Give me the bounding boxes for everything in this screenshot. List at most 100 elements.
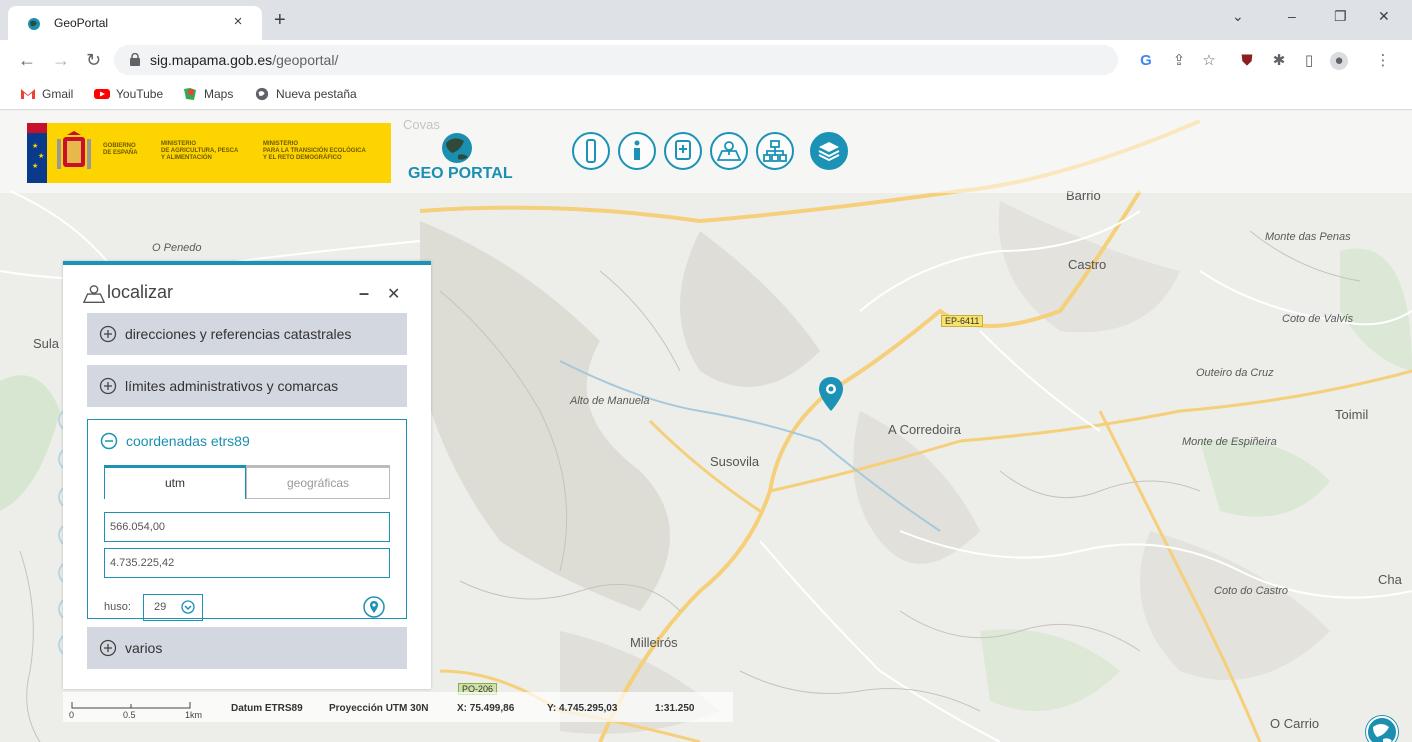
section-label[interactable]: coordenadas etrs89: [126, 433, 250, 449]
google-icon[interactable]: G: [1137, 52, 1155, 70]
gmail-icon: [21, 89, 35, 99]
geoportal-logo[interactable]: GEO PORTAL: [408, 129, 518, 189]
location-marker-icon[interactable]: [818, 376, 844, 412]
reload-icon[interactable]: ↻: [86, 50, 101, 70]
hierarchy-button[interactable]: [756, 132, 794, 170]
bookmark-label: Gmail: [42, 87, 74, 101]
profile-avatar-icon[interactable]: ●: [1330, 52, 1348, 70]
chevron-down-icon: [181, 600, 195, 614]
browser-toolbar: ← → ↻ sig.mapama.gob.es/geoportal/ G ⇪ ☆…: [0, 40, 1412, 80]
bookmark-nueva-pestana[interactable]: Nueva pestaña: [254, 87, 357, 101]
map-label: Sula: [33, 336, 60, 351]
map-label: Alto de Manuela: [570, 395, 650, 407]
layers-button[interactable]: [810, 132, 848, 170]
bookmark-label: Maps: [204, 87, 234, 101]
gov-label-1: GOBIERNO DE ESPAÑA: [103, 143, 138, 156]
info-icon: [634, 140, 640, 160]
road-label: EP-6411: [941, 315, 984, 327]
forward-arrow-icon[interactable]: →: [52, 50, 70, 70]
tab-utm[interactable]: utm: [104, 465, 246, 499]
projection-text: Proyección UTM 30N: [329, 703, 429, 714]
scale-label: 1km: [185, 710, 203, 720]
scale-label: 0: [69, 710, 75, 720]
extension-shield-icon[interactable]: ⛊: [1238, 52, 1256, 70]
section-varios[interactable]: varios: [87, 627, 407, 669]
scale-bar: [71, 702, 191, 709]
new-tab-button[interactable]: +: [274, 10, 286, 30]
map-label: Monte das Penas: [1265, 231, 1351, 243]
localizar-panel: localizar – ✕ direcciones y referencias …: [63, 261, 431, 689]
panel-minimize-button[interactable]: –: [359, 283, 369, 304]
localizar-button[interactable]: [710, 132, 748, 170]
side-panel-icon[interactable]: ▯: [1300, 52, 1318, 70]
map-label: A Corredoira: [888, 422, 961, 437]
map-label: O Carrio: [1270, 716, 1320, 731]
locate-pin-button[interactable]: [363, 596, 385, 618]
map-label: Coto de Valvís: [1282, 313, 1354, 325]
map-scale-text: 1:31.250: [655, 703, 695, 714]
back-arrow-icon[interactable]: ←: [18, 50, 36, 70]
bookmark-label: YouTube: [116, 87, 164, 101]
huso-value: 29: [154, 601, 167, 613]
bookmark-button[interactable]: [664, 132, 702, 170]
section-limites[interactable]: límites administrativos y comarcas: [87, 365, 407, 407]
svg-text:★: ★: [38, 152, 44, 160]
tab-close-icon[interactable]: ×: [228, 12, 248, 32]
bookmark-maps[interactable]: Maps: [182, 87, 233, 101]
utm-y-input[interactable]: 4.735.225,42: [104, 548, 390, 578]
bookmark-add-icon: [675, 140, 691, 160]
utm-x-input[interactable]: 566.054,00: [104, 512, 390, 542]
panel-close-button[interactable]: ✕: [387, 284, 400, 304]
map-label: Toimil: [1335, 407, 1369, 422]
map-pin-icon: [83, 285, 105, 303]
datum-text: Datum ETRS89: [231, 703, 303, 714]
menu-kebab-icon[interactable]: ⋮: [1374, 52, 1392, 70]
map-canvas[interactable]: Covas O Penedo Barrio Castro Monte das P…: [0, 111, 1412, 742]
bookmark-gmail[interactable]: Gmail: [20, 87, 73, 101]
info-button[interactable]: [618, 132, 656, 170]
section-direcciones[interactable]: direcciones y referencias catastrales: [87, 313, 407, 355]
map-pin-icon: [717, 141, 741, 161]
tab-title: GeoPortal: [54, 16, 109, 30]
eu-flag-icon: ★ ★ ★: [27, 123, 47, 183]
close-window-button[interactable]: ✕: [1378, 8, 1390, 25]
ruler-icon: [586, 139, 596, 163]
section-coordenadas: coordenadas etrs89 utm geográficas 566.0…: [87, 419, 407, 621]
extensions-puzzle-icon[interactable]: ✱: [1270, 52, 1288, 70]
section-label: direcciones y referencias catastrales: [125, 326, 352, 342]
sitemap-icon: [763, 140, 787, 162]
geoportal-header: ★ ★ ★ GOBIERNO DE ESPAÑA MINISTERIO DE AGR…: [0, 111, 1412, 193]
cursor-y-text: Y: 4.745.295,03: [547, 703, 618, 714]
browser-tab-geoportal[interactable]: GeoPortal ×: [8, 6, 262, 40]
share-icon[interactable]: ⇪: [1170, 52, 1188, 70]
bookmark-star-icon[interactable]: ☆: [1200, 52, 1218, 70]
svg-text:★: ★: [32, 142, 38, 150]
plus-circle-icon: [99, 639, 117, 657]
tab-search-icon[interactable]: ⌄: [1232, 8, 1244, 25]
bookmark-youtube[interactable]: YouTube: [94, 87, 163, 101]
browser-tab-bar: GeoPortal × + ⌄ – ❐ ✕: [0, 0, 1412, 40]
minus-circle-icon[interactable]: [100, 432, 118, 450]
huso-select[interactable]: 29: [143, 594, 203, 621]
map-label: Castro: [1068, 257, 1107, 272]
geoportal-title: GEO PORTAL: [408, 165, 513, 182]
section-label: límites administrativos y comarcas: [125, 378, 339, 394]
measure-ruler-button[interactable]: [572, 132, 610, 170]
restore-window-button[interactable]: ❐: [1334, 8, 1347, 25]
tab-geograficas[interactable]: geográficas: [246, 465, 390, 499]
plus-circle-icon: [99, 325, 117, 343]
map-label: Outeiro da Cruz: [1196, 367, 1274, 379]
map-label: Milleirós: [630, 635, 678, 650]
map-label: O Penedo: [152, 242, 202, 254]
base-map-globe-button[interactable]: [1365, 715, 1399, 742]
gov-label-3: MINISTERIO PARA LA TRANSICIÓN ECOLÓGICA Y …: [263, 141, 366, 161]
address-bar[interactable]: sig.mapama.gob.es/geoportal/: [114, 45, 1118, 75]
url-text: sig.mapama.gob.es/geoportal/: [150, 52, 339, 68]
minimize-window-button[interactable]: –: [1288, 8, 1296, 24]
globe-icon: [255, 87, 269, 101]
lock-icon: [130, 53, 140, 66]
map-info-bar: 0 0.5 1km Datum ETRS89 Proyección UTM 30…: [63, 692, 733, 722]
map-label: Coto do Castro: [1214, 585, 1288, 597]
government-logo[interactable]: ★ ★ ★ GOBIERNO DE ESPAÑA MINISTERIO DE AGR…: [27, 123, 391, 183]
map-label: Susovila: [710, 454, 760, 469]
